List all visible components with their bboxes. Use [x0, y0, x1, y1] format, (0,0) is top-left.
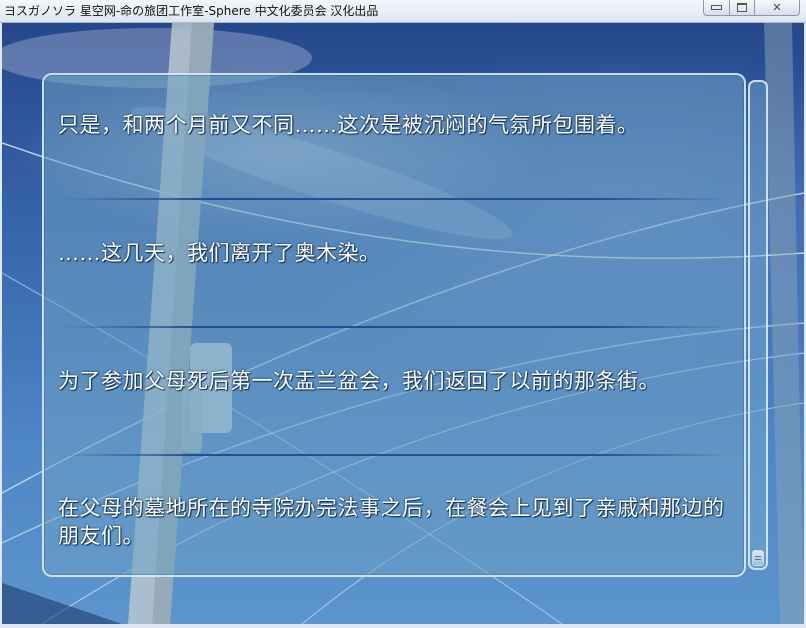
window-titlebar[interactable]: ヨスガノソラ 星空网-命の旅团工作室-Sphere 中文化委员会 汉化出品 ✕	[0, 0, 806, 23]
backlog-window: 只是，和两个月前又不同……这次是被沉闷的气氛所包围着。 ……这几天，我们离开了奥…	[42, 73, 746, 577]
backlog-scrollbar[interactable]	[748, 80, 768, 570]
backlog-line: 为了参加父母死后第一次盂兰盆会，我们返回了以前的那条街。	[58, 369, 660, 393]
scrollbar-thumb[interactable]	[752, 550, 764, 566]
window-title: ヨスガノソラ 星空网-命の旅团工作室-Sphere 中文化委员会 汉化出品	[4, 4, 379, 18]
backlog-separator	[58, 198, 730, 200]
window-controls: ✕	[703, 0, 800, 16]
backlog-separator	[58, 454, 730, 456]
minimize-button[interactable]	[703, 0, 730, 16]
backlog-line: ……这几天，我们离开了奥木染。	[58, 241, 381, 265]
minimize-icon	[711, 5, 722, 10]
close-button[interactable]: ✕	[755, 0, 800, 16]
backlog-line: 在父母的墓地所在的寺院办完法事之后，在餐会上见到了亲戚和那边的朋友们。	[58, 496, 725, 548]
close-icon: ✕	[772, 1, 782, 14]
maximize-icon	[737, 3, 747, 12]
maximize-button[interactable]	[730, 0, 755, 16]
backlog-separator	[58, 326, 730, 328]
game-viewport[interactable]: 只是，和两个月前又不同……这次是被沉闷的气氛所包围着。 ……这几天，我们离开了奥…	[2, 23, 804, 624]
backlog-line: 只是，和两个月前又不同……这次是被沉闷的气氛所包围着。	[58, 113, 639, 137]
